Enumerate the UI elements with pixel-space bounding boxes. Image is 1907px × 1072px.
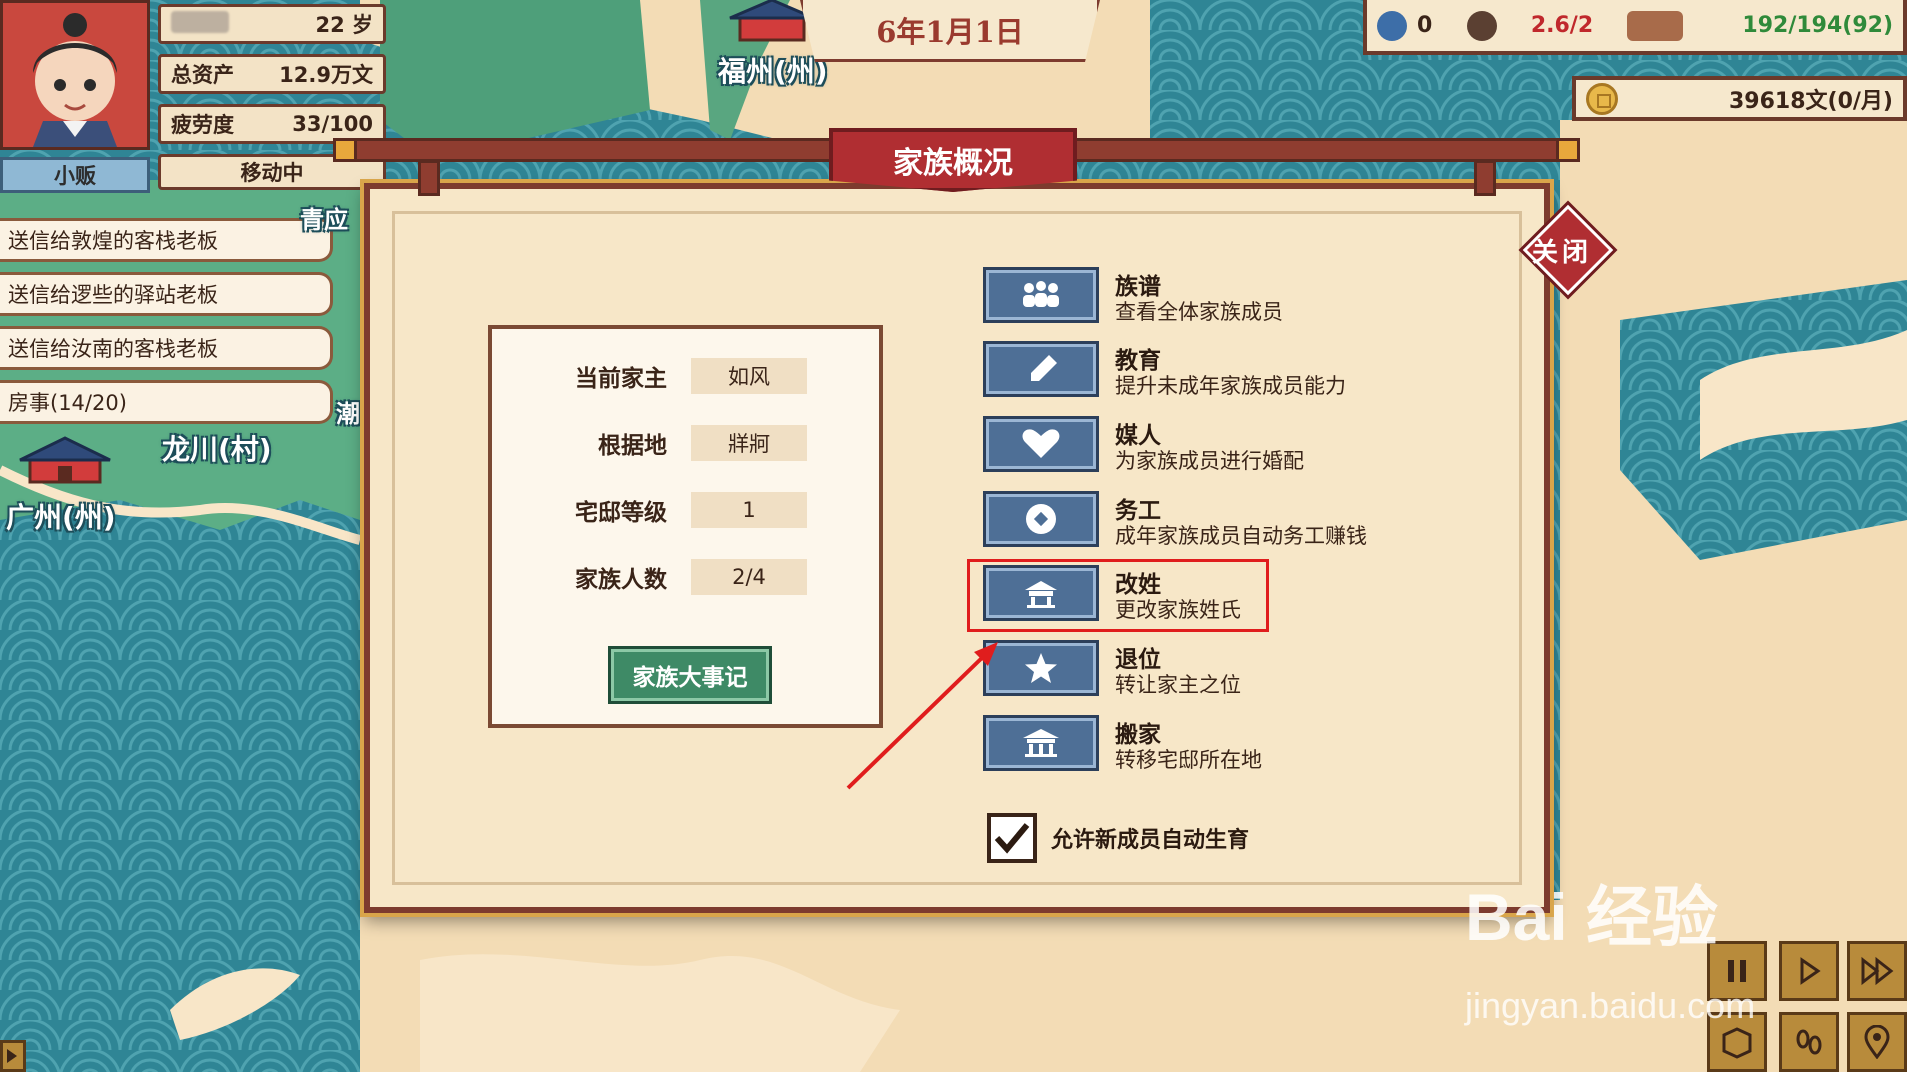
action-desc: 转移宅邸所在地 bbox=[1115, 748, 1262, 772]
info-value: 如风 bbox=[691, 358, 807, 394]
pause-icon bbox=[1728, 960, 1746, 982]
footsteps-icon bbox=[1796, 1029, 1822, 1055]
bandit-icon bbox=[1467, 10, 1497, 41]
heart-icon bbox=[1022, 429, 1060, 458]
dialog-title: 家族概况 bbox=[829, 128, 1077, 192]
dialog-pillar bbox=[1474, 160, 1496, 196]
location-button[interactable] bbox=[1847, 1012, 1907, 1072]
city-label-partial-top: 青应 bbox=[300, 206, 348, 234]
task-item[interactable]: 送信给汝南的客栈老板 bbox=[0, 326, 333, 370]
city-gate-icon[interactable] bbox=[10, 430, 120, 490]
info-value: 牂牁 bbox=[691, 425, 807, 461]
assets-row: 总资产 12.9万文 bbox=[158, 54, 386, 94]
beam-end-left bbox=[333, 138, 357, 162]
corner-toggle-button[interactable] bbox=[0, 1040, 26, 1072]
resource-b-value: 2.6/2 bbox=[1530, 13, 1594, 38]
building-icon bbox=[1023, 729, 1059, 757]
baidu-watermark-url: jingyan.baidu.com bbox=[1465, 985, 1756, 1026]
action-relocate[interactable]: 搬家 转移宅邸所在地 bbox=[983, 715, 1383, 777]
action-education[interactable]: 教育 提升未成年家族成员能力 bbox=[983, 341, 1383, 403]
fatigue-value: 33/100 bbox=[292, 112, 373, 136]
info-key: 根据地 bbox=[598, 433, 667, 459]
player-name-blurred bbox=[171, 10, 229, 33]
name-age-row: 22 岁 bbox=[158, 4, 386, 44]
player-role-tag[interactable]: 小贩 bbox=[0, 157, 150, 193]
baidu-watermark: Bai 经验 bbox=[1465, 880, 1719, 954]
city-label-longchuan[interactable]: 龙川(村) bbox=[162, 428, 272, 468]
task-item[interactable]: 送信给敦煌的客栈老板 bbox=[0, 218, 333, 262]
action-desc: 转让家主之位 bbox=[1115, 673, 1241, 697]
money-bar: 39618文(0/月) bbox=[1572, 76, 1907, 121]
map-icon bbox=[1722, 1027, 1752, 1059]
action-desc: 成年家族成员自动务工赚钱 bbox=[1115, 524, 1367, 548]
genealogy-button[interactable] bbox=[983, 267, 1099, 323]
auto-birth-label: 允许新成员自动生育 bbox=[1051, 828, 1250, 853]
info-value: 2/4 bbox=[691, 559, 807, 595]
carriage-icon bbox=[1627, 10, 1683, 41]
info-row-base: 根据地 牂牁 bbox=[547, 424, 807, 462]
brush-icon bbox=[1031, 355, 1057, 381]
action-abdicate[interactable]: 退位 转让家主之位 bbox=[983, 640, 1383, 702]
beam-end-right bbox=[1556, 138, 1580, 162]
resource-c-value: 192/194(92) bbox=[1742, 13, 1893, 38]
location-pin-icon bbox=[1864, 1025, 1890, 1059]
resource-bar: 0 2.6/2 192/194(92) bbox=[1363, 0, 1907, 55]
globe-icon bbox=[1377, 10, 1407, 41]
game-date: 6年1月1日 bbox=[800, 0, 1100, 62]
star-icon bbox=[1025, 653, 1057, 683]
info-key: 当前家主 bbox=[575, 366, 667, 392]
fast-forward-button[interactable] bbox=[1847, 941, 1907, 1001]
task-item[interactable]: 房事(14/20) bbox=[0, 380, 333, 424]
player-avatar[interactable] bbox=[0, 0, 150, 150]
coin-icon bbox=[1586, 82, 1618, 115]
action-desc: 查看全体家族成员 bbox=[1115, 300, 1283, 324]
info-row-head: 当前家主 如风 bbox=[547, 357, 807, 395]
play-small-icon bbox=[7, 1049, 17, 1063]
info-key: 宅邸等级 bbox=[575, 500, 667, 526]
close-button[interactable]: 关闭 bbox=[1518, 204, 1614, 296]
action-desc: 提升未成年家族成员能力 bbox=[1115, 374, 1346, 398]
dialog-pillar bbox=[418, 160, 440, 196]
checkmark-icon bbox=[994, 823, 1030, 854]
family-icon bbox=[1023, 281, 1059, 307]
info-row-residence-level: 宅邸等级 1 bbox=[547, 491, 807, 529]
resource-a-value: 0 bbox=[1417, 13, 1433, 38]
info-value: 1 bbox=[691, 492, 807, 528]
play-button[interactable] bbox=[1779, 941, 1839, 1001]
money-value: 39618文(0/月) bbox=[1729, 88, 1893, 114]
action-work[interactable]: 务工 成年家族成员自动务工赚钱 bbox=[983, 491, 1383, 553]
task-item[interactable]: 送信给逻些的驿站老板 bbox=[0, 272, 333, 316]
education-button[interactable] bbox=[983, 341, 1099, 397]
city-label-partial-mid: 潮 bbox=[336, 400, 360, 428]
work-button[interactable] bbox=[983, 491, 1099, 547]
auto-birth-toggle[interactable]: 允许新成员自动生育 bbox=[987, 813, 1249, 863]
footsteps-button[interactable] bbox=[1779, 1012, 1839, 1072]
fast-forward-icon bbox=[1861, 956, 1894, 986]
matchmaker-button[interactable] bbox=[983, 416, 1099, 472]
player-age: 22 岁 bbox=[315, 13, 373, 37]
annotation-highlight-box bbox=[967, 559, 1269, 632]
assets-label: 总资产 bbox=[171, 63, 234, 87]
assets-value: 12.9万文 bbox=[279, 63, 373, 87]
city-label-guangzhou[interactable]: 广州(州) bbox=[6, 496, 116, 536]
fatigue-label: 疲劳度 bbox=[171, 113, 234, 137]
family-events-button[interactable]: 家族大事记 bbox=[608, 646, 772, 704]
action-genealogy[interactable]: 族谱 查看全体家族成员 bbox=[983, 267, 1383, 329]
info-row-family-size: 家族人数 2/4 bbox=[547, 558, 807, 596]
action-desc: 为家族成员进行婚配 bbox=[1115, 449, 1304, 473]
coin-icon bbox=[1026, 504, 1056, 534]
annotation-arrow-icon bbox=[846, 642, 998, 790]
auto-birth-checkbox[interactable] bbox=[987, 813, 1037, 863]
play-icon bbox=[1800, 957, 1821, 985]
family-info-card: 当前家主 如风 根据地 牂牁 宅邸等级 1 家族人数 2/4 家族大事记 bbox=[488, 325, 883, 728]
scholar-portrait-icon bbox=[3, 3, 147, 147]
info-key: 家族人数 bbox=[575, 567, 667, 593]
action-matchmaker[interactable]: 媒人 为家族成员进行婚配 bbox=[983, 416, 1383, 478]
close-label: 关闭 bbox=[1531, 237, 1592, 268]
city-label-fuzhou[interactable]: 福州(州) bbox=[718, 50, 828, 90]
